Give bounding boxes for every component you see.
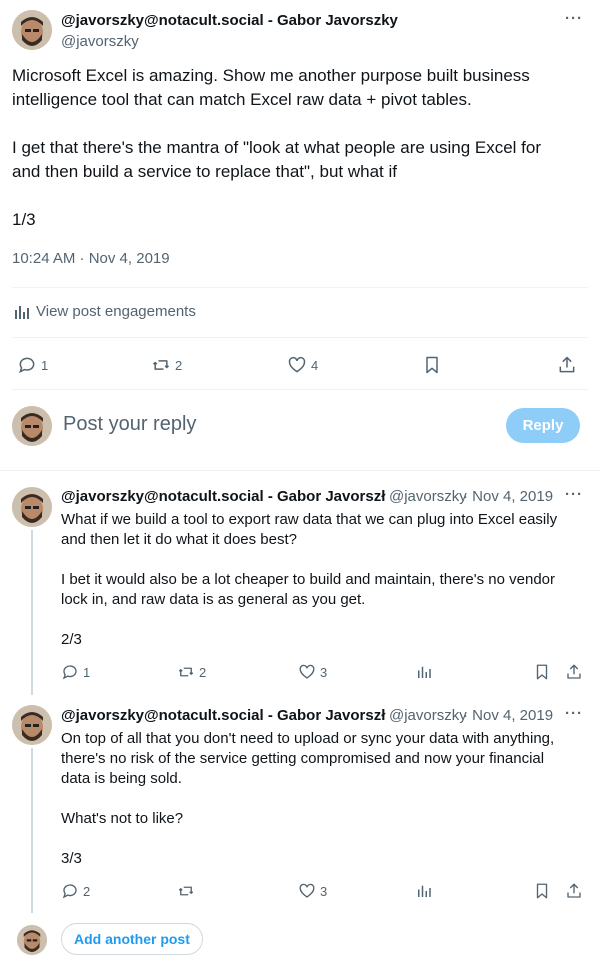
post-date[interactable]: · Nov 4, 2019 — [463, 707, 553, 724]
post-text-line: Microsoft Excel is amazing. Show me anot… — [12, 66, 530, 85]
views-action[interactable] — [415, 882, 433, 900]
post-text: Microsoft Excel is amazing. Show me anot… — [12, 64, 588, 232]
repost-count: 2 — [199, 664, 207, 680]
like-action[interactable]: 3 — [298, 663, 327, 681]
share-action[interactable] — [557, 355, 577, 375]
post-text-line: 3/3 — [61, 850, 82, 867]
engagements-label: View post engagements — [36, 303, 196, 320]
author-handle[interactable]: @javorszky — [389, 488, 467, 505]
more-options-icon[interactable]: ··· — [565, 10, 583, 27]
repost-action[interactable] — [177, 882, 199, 900]
repost-icon — [178, 886, 194, 896]
analytics-icon — [418, 666, 431, 678]
like-action[interactable]: 4 — [287, 355, 318, 375]
bookmark-icon — [536, 664, 548, 680]
bookmark-action[interactable] — [533, 663, 551, 681]
author-handle[interactable]: @javorszky — [389, 707, 467, 724]
post-text-line: What's not to like? — [61, 810, 184, 827]
post-text-line: I get that there's the mantra of "look a… — [12, 138, 542, 157]
repost-action[interactable]: 2 — [177, 663, 206, 681]
like-count: 3 — [320, 664, 328, 680]
user-avatar[interactable] — [12, 406, 52, 446]
reply-icon — [19, 357, 35, 374]
share-icon — [567, 883, 581, 898]
thread-connector — [31, 530, 33, 695]
like-count: 3 — [320, 883, 328, 899]
share-icon — [567, 664, 581, 679]
like-count: 4 — [311, 357, 319, 373]
bookmark-action[interactable] — [533, 882, 551, 900]
add-another-post-button[interactable]: Add another post — [61, 923, 203, 955]
divider — [12, 337, 588, 338]
thread-connector — [31, 748, 33, 913]
post-text-line: I bet it would also be a lot cheaper to … — [61, 571, 556, 588]
author-name[interactable]: @javorszky@notacult.social - Gabor Javor… — [61, 12, 398, 29]
share-action[interactable] — [565, 882, 583, 900]
view-engagements-link[interactable]: View post engagements — [14, 303, 196, 320]
author-avatar[interactable] — [12, 487, 52, 527]
post-text: On top of all that you don't need to upl… — [61, 729, 586, 869]
analytics-icon — [15, 305, 29, 319]
divider — [0, 470, 600, 471]
post-text-line: and then let it do what it does best? — [61, 531, 297, 548]
heart-icon — [299, 883, 315, 898]
heart-icon — [299, 664, 315, 679]
post-text-line: and then build a service to replace that… — [12, 162, 397, 181]
author-handle[interactable]: @javorszky — [61, 33, 139, 50]
more-options-icon[interactable]: ··· — [565, 705, 583, 722]
more-options-icon[interactable]: ··· — [565, 486, 583, 503]
reply-count: 2 — [83, 883, 91, 899]
reply-icon — [62, 665, 77, 680]
post-text-line: What if we build a tool to export raw da… — [61, 511, 558, 528]
reply-icon — [62, 884, 77, 899]
share-action[interactable] — [565, 663, 583, 681]
analytics-icon — [418, 885, 431, 897]
reply-action[interactable]: 1 — [17, 355, 48, 375]
author-name[interactable]: @javorszky@notacult.social - Gabor Javor… — [61, 707, 385, 724]
author-avatar[interactable] — [12, 705, 52, 745]
post-text: What if we build a tool to export raw da… — [61, 510, 586, 650]
share-icon — [559, 356, 575, 373]
bookmark-icon — [536, 883, 548, 899]
post-text-line: On top of all that you don't need to upl… — [61, 730, 555, 747]
views-action[interactable] — [415, 663, 433, 681]
repost-action[interactable]: 2 — [151, 355, 182, 375]
repost-count: 2 — [175, 357, 183, 373]
post-text-line: lock in, and raw data is as general as y… — [61, 591, 366, 608]
post-text-line: data is being sold. — [61, 770, 182, 787]
reply-action[interactable]: 2 — [61, 882, 90, 900]
bookmark-action[interactable] — [422, 355, 442, 375]
author-avatar[interactable] — [12, 10, 52, 50]
divider — [12, 287, 588, 288]
reply-count: 1 — [83, 664, 91, 680]
repost-icon — [152, 360, 170, 370]
bookmark-icon — [426, 356, 438, 374]
reply-button[interactable]: Reply — [506, 408, 580, 443]
post-text-line: 1/3 — [12, 210, 36, 229]
reply-action[interactable]: 1 — [61, 663, 90, 681]
like-action[interactable]: 3 — [298, 882, 327, 900]
author-name[interactable]: @javorszky@notacult.social - Gabor Javor… — [61, 488, 385, 505]
user-avatar[interactable] — [17, 925, 47, 955]
reply-count: 1 — [41, 357, 49, 373]
post-text-line: 2/3 — [61, 631, 82, 648]
repost-icon — [178, 667, 194, 677]
heart-icon — [288, 356, 306, 373]
post-timestamp[interactable]: 10:24 AM · Nov 4, 2019 — [12, 250, 170, 267]
divider — [12, 389, 588, 390]
post-date[interactable]: · Nov 4, 2019 — [463, 488, 553, 505]
post-text-line: intelligence tool that can match Excel r… — [12, 90, 472, 109]
post-text-line: there's no risk of the service getting c… — [61, 750, 545, 767]
reply-input[interactable]: Post your reply — [63, 413, 196, 436]
